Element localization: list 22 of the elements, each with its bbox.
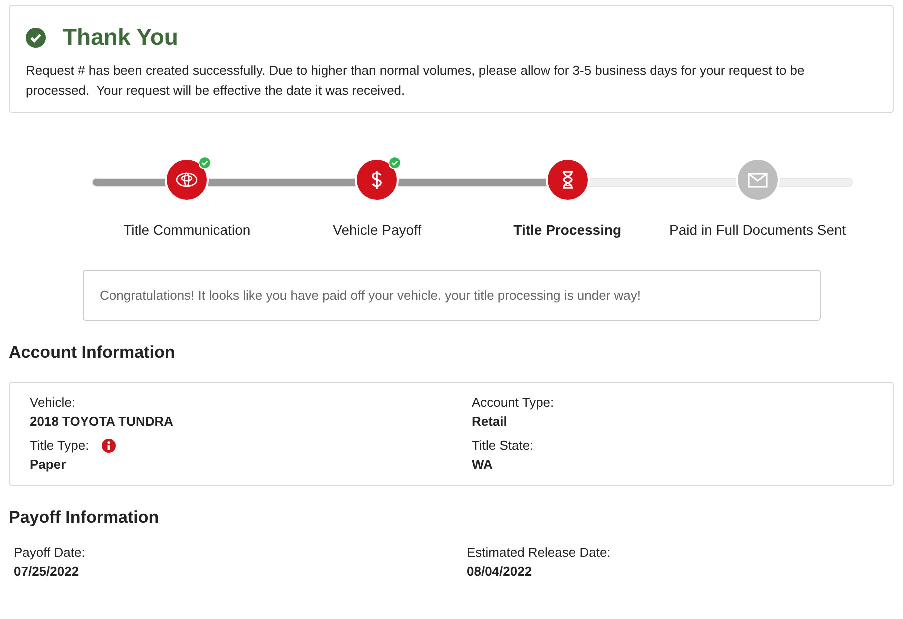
field-value: Paper [30, 457, 68, 472]
check-circle-icon [26, 28, 46, 48]
step-label: Vehicle Payoff [333, 222, 422, 238]
heading: Thank You [63, 24, 178, 51]
step-label: Title Processing [514, 222, 622, 238]
field-value: Retail [472, 414, 508, 429]
notice-message: Congratulations! It looks like you have paid off your vehicle. your title processing is under way! [83, 270, 821, 321]
field-value: 07/25/2022 [14, 564, 80, 579]
field-label: Vehicle: [30, 395, 76, 410]
section-heading: Payoff Information [9, 508, 160, 528]
section-heading: Account Information [9, 343, 176, 363]
field-label: Payoff Date: [14, 545, 86, 560]
field-value: 08/04/2022 [467, 564, 534, 579]
step-label: Title Communication [124, 222, 251, 238]
field-label: Title State: [472, 438, 534, 453]
field-value: 2018 TOYOTA TUNDRA [30, 414, 175, 429]
field-value: WA [472, 457, 494, 472]
confirmation-message: Request # has been created successfully. Due to higher than normal volumes, please allow for 3-5 business days for your request to be processed. Your request will be effective the date it was received. [26, 62, 806, 100]
field-label: Title Type: [30, 438, 90, 453]
field-label: Estimated Release Date: [467, 545, 612, 560]
step-label: Paid in Full Documents Sent [670, 222, 846, 238]
field-label: Account Type: [472, 395, 554, 410]
